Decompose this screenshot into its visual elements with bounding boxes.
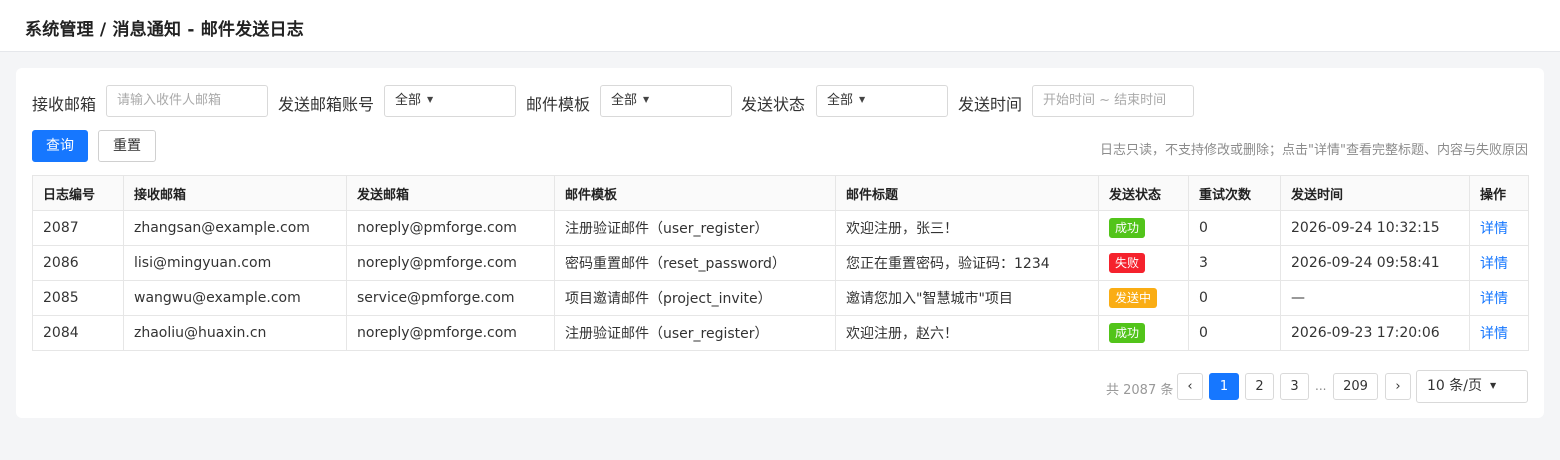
- query-button[interactable]: 查询: [32, 130, 88, 162]
- time-range-input[interactable]: 开始时间 ~ 结束时间: [1032, 85, 1194, 117]
- total-count: 共 2087 条: [1106, 383, 1174, 398]
- recipient-cell: lisi@mingyuan.com: [123, 245, 347, 281]
- retries-cell: 0: [1188, 315, 1281, 351]
- top-bar: 系统管理 / 消息通知 - 邮件发送日志: [0, 0, 1560, 52]
- column-header: 日志编号: [32, 175, 124, 211]
- table-row: 2087 zhangsan@example.com noreply@pmforg…: [32, 210, 1529, 246]
- page-button-1[interactable]: 1: [1209, 373, 1239, 400]
- status-badge: 成功: [1109, 323, 1146, 343]
- log-id-cell: 2087: [32, 210, 124, 246]
- sender-cell: noreply@pmforge.com: [346, 210, 555, 246]
- template-cell: 项目邀请邮件（project_invite）: [554, 280, 836, 316]
- subject-cell: 您正在重置密码，验证码：1234: [835, 245, 1099, 281]
- template-select[interactable]: 全部 ▼: [600, 85, 732, 117]
- recipient-label: 接收邮箱: [32, 95, 97, 114]
- chevron-right-icon: ›: [1395, 379, 1401, 394]
- log-card: 接收邮箱 请输入收件人邮箱 发送邮箱账号 全部 ▼ 邮件模板 全部 ▼ 发送状态 全…: [16, 68, 1544, 418]
- column-header: 发送状态: [1098, 175, 1189, 211]
- page-title: 系统管理 / 消息通知 - 邮件发送日志: [25, 20, 304, 40]
- sender-account-select[interactable]: 全部 ▼: [384, 85, 516, 117]
- recipient-cell: zhaoliu@huaxin.cn: [123, 315, 347, 351]
- chevron-left-icon: ‹: [1187, 379, 1193, 394]
- status-label: 发送状态: [741, 95, 806, 114]
- details-link[interactable]: 详情: [1480, 291, 1508, 307]
- page-button-3[interactable]: 3: [1280, 373, 1309, 400]
- subject-cell: 邀请您加入"智慧城市"项目: [835, 280, 1099, 316]
- action-cell: 详情: [1469, 245, 1529, 281]
- status-cell: 失败: [1098, 245, 1189, 281]
- table-row: 2085 wangwu@example.com service@pmforge.…: [32, 280, 1529, 316]
- sender-account-value: 全部: [395, 93, 422, 108]
- column-header: 发送时间: [1280, 175, 1470, 211]
- next-page-button[interactable]: ›: [1385, 373, 1411, 400]
- retries-cell: 0: [1188, 210, 1281, 246]
- sender-cell: noreply@pmforge.com: [346, 315, 555, 351]
- recipient-cell: wangwu@example.com: [123, 280, 347, 316]
- status-badge: 发送中: [1109, 288, 1158, 308]
- status-badge: 成功: [1109, 218, 1146, 238]
- template-value: 全部: [611, 93, 638, 108]
- chevron-down-icon: ▼: [1489, 381, 1497, 390]
- template-label: 邮件模板: [526, 95, 591, 114]
- recipient-email-input[interactable]: 请输入收件人邮箱: [106, 85, 268, 117]
- column-header: 邮件模板: [554, 175, 836, 211]
- page-button-2[interactable]: 2: [1245, 373, 1274, 400]
- send-time-cell: 2026-09-24 09:58:41: [1280, 245, 1470, 281]
- chevron-down-icon: ▼: [643, 95, 650, 104]
- template-cell: 密码重置邮件（reset_password）: [554, 245, 836, 281]
- details-link[interactable]: 详情: [1480, 326, 1508, 342]
- column-header: 重试次数: [1188, 175, 1281, 211]
- status-select[interactable]: 全部 ▼: [816, 85, 948, 117]
- page-ellipsis: ...: [1315, 379, 1327, 393]
- retries-cell: 3: [1188, 245, 1281, 281]
- status-cell: 发送中: [1098, 280, 1189, 316]
- action-cell: 详情: [1469, 280, 1529, 316]
- page-button-last[interactable]: 209: [1333, 373, 1378, 400]
- table-row: 2086 lisi@mingyuan.com noreply@pmforge.c…: [32, 245, 1529, 281]
- readonly-hint: 日志只读，不支持修改或删除；点击"详情"查看完整标题、内容与失败原因: [1100, 143, 1528, 158]
- template-cell: 注册验证邮件（user_register）: [554, 210, 836, 246]
- details-link[interactable]: 详情: [1480, 221, 1508, 237]
- send-time-cell: 2026-09-23 17:20:06: [1280, 315, 1470, 351]
- column-header: 操作: [1469, 175, 1529, 211]
- reset-button[interactable]: 重置: [98, 130, 156, 162]
- log-id-cell: 2086: [32, 245, 124, 281]
- status-value: 全部: [827, 93, 854, 108]
- status-badge: 失败: [1109, 253, 1146, 273]
- prev-page-button[interactable]: ‹: [1177, 373, 1203, 400]
- chevron-down-icon: ▼: [427, 95, 434, 104]
- column-header: 邮件标题: [835, 175, 1099, 211]
- page-size-select[interactable]: 10 条/页 ▼: [1416, 370, 1528, 403]
- log-id-cell: 2084: [32, 315, 124, 351]
- table-row: 2084 zhaoliu@huaxin.cn noreply@pmforge.c…: [32, 315, 1529, 351]
- send-time-cell: 2026-09-24 10:32:15: [1280, 210, 1470, 246]
- action-cell: 详情: [1469, 210, 1529, 246]
- sender-account-label: 发送邮箱账号: [278, 95, 375, 114]
- recipient-cell: zhangsan@example.com: [123, 210, 347, 246]
- log-table: 日志编号 接收邮箱 发送邮箱 邮件模板 邮件标题 发送状态 重试次数 发送时间 …: [32, 175, 1529, 351]
- subject-cell: 欢迎注册，张三！: [835, 210, 1099, 246]
- sender-cell: service@pmforge.com: [346, 280, 555, 316]
- column-header: 接收邮箱: [123, 175, 347, 211]
- status-cell: 成功: [1098, 315, 1189, 351]
- column-header: 发送邮箱: [346, 175, 555, 211]
- status-cell: 成功: [1098, 210, 1189, 246]
- sender-cell: noreply@pmforge.com: [346, 245, 555, 281]
- page-size-value: 10 条/页: [1427, 378, 1482, 394]
- template-cell: 注册验证邮件（user_register）: [554, 315, 836, 351]
- retries-cell: 0: [1188, 280, 1281, 316]
- chevron-down-icon: ▼: [859, 95, 866, 104]
- details-link[interactable]: 详情: [1480, 256, 1508, 272]
- table-header-row: 日志编号 接收邮箱 发送邮箱 邮件模板 邮件标题 发送状态 重试次数 发送时间 …: [32, 175, 1529, 211]
- log-id-cell: 2085: [32, 280, 124, 316]
- subject-cell: 欢迎注册，赵六！: [835, 315, 1099, 351]
- send-time-cell: —: [1280, 280, 1470, 316]
- time-label: 发送时间: [958, 95, 1023, 114]
- action-cell: 详情: [1469, 315, 1529, 351]
